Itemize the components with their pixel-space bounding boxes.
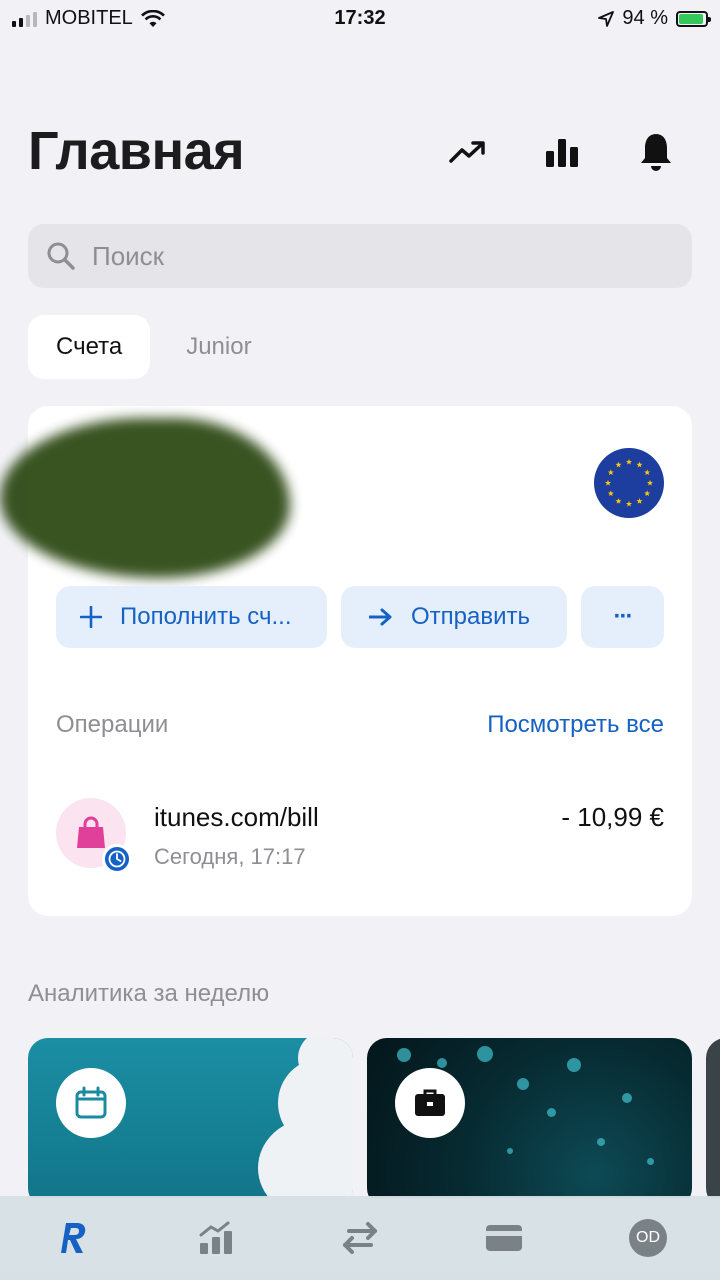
plus-icon [80, 606, 102, 628]
bar-chart-icon[interactable] [542, 132, 582, 172]
header-actions [448, 132, 676, 172]
battery-charging-icon [676, 10, 711, 27]
transaction-time: Сегодня, 17:17 [154, 844, 306, 869]
eu-star [646, 479, 654, 486]
search-input[interactable] [92, 240, 652, 272]
briefcase-icon [395, 1068, 465, 1138]
tab-junior[interactable]: Junior [158, 315, 279, 379]
arrow-right-icon [369, 608, 392, 626]
search-icon [47, 242, 75, 270]
status-bar: MOBITEL 17:32 94 % [0, 0, 720, 40]
battery-level [679, 13, 704, 24]
clock-icon [102, 844, 132, 874]
eu-flag-icon [594, 448, 664, 518]
status-right: 94 % [598, 7, 711, 30]
more-icon: ··· [613, 603, 634, 630]
home-r-icon[interactable] [42, 1208, 102, 1268]
send-button[interactable]: Отправить [341, 586, 567, 648]
send-label: Отправить [411, 603, 531, 630]
account-tabs: Счета Junior [28, 315, 280, 379]
bottom-tab-bar: OD [0, 1196, 720, 1280]
analytics-tile-peek[interactable] [706, 1038, 720, 1198]
eu-star [644, 469, 651, 476]
eu-star [607, 490, 614, 497]
analytics-tile-calendar[interactable] [28, 1038, 353, 1198]
avatar: OD [629, 1219, 667, 1257]
top-up-label: Пополнить сч... [120, 603, 292, 630]
view-all-link[interactable]: Посмотреть все [487, 711, 664, 739]
bell-icon[interactable] [636, 132, 676, 172]
profile-tab[interactable]: OD [618, 1208, 678, 1268]
transfer-icon[interactable] [330, 1208, 390, 1268]
account-card[interactable]: Пополнить сч... Отправить ··· Операции П… [0, 406, 692, 916]
transaction-row[interactable]: itunes.com/bill Сегодня, 17:17 - 10,99 € [56, 798, 664, 878]
eu-star [625, 500, 633, 507]
location-arrow-icon [598, 10, 615, 27]
eu-star [636, 461, 643, 468]
eu-star [625, 458, 633, 465]
cards-icon[interactable] [474, 1208, 534, 1268]
account-actions: Пополнить сч... Отправить ··· [56, 586, 664, 648]
redacted-balance [0, 418, 290, 578]
eu-star [607, 469, 614, 476]
eu-star [604, 479, 612, 486]
search-bar[interactable] [28, 224, 692, 288]
battery-percent: 94 % [622, 7, 668, 29]
calendar-icon [56, 1068, 126, 1138]
transaction-amount: - 10,99 € [561, 802, 664, 832]
eu-star [615, 497, 622, 504]
top-up-button[interactable]: Пополнить сч... [56, 586, 327, 648]
analytics-label: Аналитика за неделю [28, 980, 270, 1007]
analytics-icon[interactable] [186, 1208, 246, 1268]
analytics-tiles [28, 1038, 720, 1198]
operations-label: Операции [56, 711, 169, 738]
eu-star [615, 461, 622, 468]
trending-up-icon[interactable] [448, 132, 488, 172]
analytics-tile-briefcase[interactable] [367, 1038, 692, 1198]
transaction-merchant: itunes.com/bill [154, 802, 319, 832]
more-button[interactable]: ··· [581, 586, 664, 648]
page-title: Главная [28, 121, 245, 181]
eu-star [644, 490, 651, 497]
tab-accounts[interactable]: Счета [28, 315, 151, 379]
eu-star [636, 497, 643, 504]
